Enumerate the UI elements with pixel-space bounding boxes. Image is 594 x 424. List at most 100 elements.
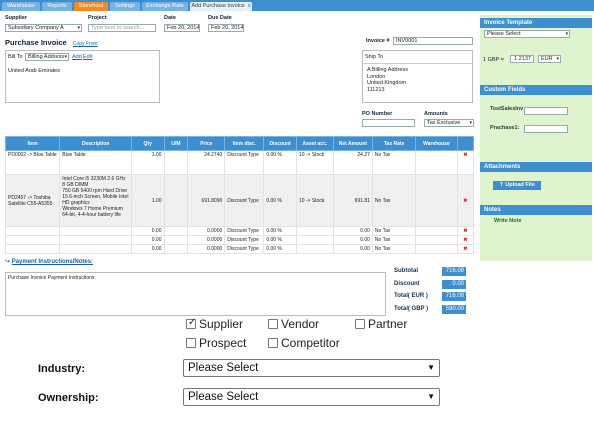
page-title: Purchase Invoice Copy From xyxy=(5,38,98,47)
custom-field-2-input[interactable] xyxy=(524,125,568,133)
column-header: Asset acc. xyxy=(295,136,334,151)
chevron-down-icon: ▼ xyxy=(427,392,435,401)
cell-warehouse xyxy=(415,150,458,175)
amounts-value: Tax Exclusive xyxy=(427,120,461,126)
template-select[interactable]: Please Select ▾ xyxy=(484,30,570,38)
ownership-value: Please Select xyxy=(188,391,259,403)
project-search-input[interactable]: Type here to search... xyxy=(88,24,156,32)
delete-row-icon[interactable]: ✖ xyxy=(456,174,475,227)
cell-item-disc: Discount Type xyxy=(224,150,265,175)
tab-add-purchase-invoice-label: Add Purchase Invoice xyxy=(191,3,245,9)
upload-file-label: Upload File xyxy=(505,182,535,188)
column-header: Item xyxy=(4,136,61,151)
cell-item xyxy=(4,235,61,245)
add-address-link[interactable]: Add xyxy=(72,54,82,60)
chevron-down-icon: ▾ xyxy=(64,54,67,60)
table-row[interactable]: PD2457 -> Toshiba Satellite C55-A5355 Int… xyxy=(4,174,475,227)
checkbox-vendor[interactable] xyxy=(268,319,278,329)
date-input[interactable]: Feb 20, 2014 xyxy=(164,24,200,32)
cell-um xyxy=(163,150,189,175)
ownership-select[interactable]: Please Select ▼ xyxy=(183,388,440,406)
payment-instructions-toggle[interactable]: ↪ Payment Instructions/Notes: xyxy=(5,258,93,265)
table-row[interactable]: PD0002 -> Blue Table Blue Table 1.00 24.274… xyxy=(4,150,475,175)
cell-um xyxy=(163,235,189,245)
cell-asset xyxy=(295,244,334,254)
cell-item: PD2457 -> Toshiba Satellite C55-A5355 xyxy=(4,174,61,227)
cell-warehouse xyxy=(415,174,458,227)
cell-price: 0.0000 xyxy=(187,244,226,254)
cell-discount: 0.00 % xyxy=(263,226,297,236)
delete-row-icon[interactable]: ✖ xyxy=(456,235,475,245)
bill-to-select[interactable]: Billing Address ▾ xyxy=(25,53,69,61)
supplier-value: Subsidiary Company A xyxy=(8,25,64,31)
rate-currency-select[interactable]: EUR ▾ xyxy=(538,55,561,63)
column-header xyxy=(456,136,475,151)
payment-instructions-link[interactable]: Payment Instructions/Notes: xyxy=(12,259,93,265)
cell-price: 0.0000 xyxy=(187,226,226,236)
supplier-select[interactable]: Subsidiary Company A ▾ xyxy=(5,24,82,32)
custom-field-1-label: TestSalesInv xyxy=(490,106,524,112)
tab-warehouse[interactable]: Warehouse xyxy=(2,2,40,11)
invoice-number-label: Invoice # xyxy=(366,38,390,44)
ship-to-address: A Billing Address London United Kingdom … xyxy=(367,67,408,93)
cell-tax: No Tax xyxy=(371,244,417,254)
template-select-value: Please Select xyxy=(487,31,521,37)
checkbox-label: Competitor xyxy=(281,336,340,350)
table-header-row: Item Description Qty U/M Price Item disc. Disc… xyxy=(4,136,475,151)
rate-input[interactable]: 1.2137 xyxy=(510,55,534,63)
rate-label: 1 GBP = xyxy=(483,57,504,63)
cell-item-disc: Discount Type xyxy=(224,244,265,254)
ship-to-line: United Kingdom xyxy=(367,80,407,86)
cell-net: 0.00 xyxy=(332,226,373,236)
custom-field-1-input[interactable] xyxy=(524,107,568,115)
amounts-select[interactable]: Tax Exclusive ▾ xyxy=(424,119,474,127)
close-icon[interactable]: x xyxy=(248,3,251,9)
tab-add-purchase-invoice[interactable]: Add Purchase Invoice x xyxy=(190,2,252,11)
cell-description xyxy=(59,244,132,254)
invoice-template-header: Invoice Template xyxy=(480,18,592,28)
due-date-value: Feb 20, 2014 xyxy=(211,25,244,31)
table-row[interactable]: 0.00 0.0000 Discount Type 0.00 % 0.00 No Tax ✖ xyxy=(4,235,475,245)
table-row[interactable]: 0.00 0.0000 Discount Type 0.00 % 0.00 No Tax ✖ xyxy=(4,226,475,236)
po-number-input[interactable] xyxy=(362,119,415,127)
copy-from-link[interactable]: Copy From xyxy=(73,41,98,47)
total-value: 716.08 xyxy=(442,292,466,301)
payment-instructions-textarea[interactable]: Purchase Invoice Payment Instructions: xyxy=(5,272,386,316)
cell-asset xyxy=(295,235,334,245)
checkbox-partner[interactable] xyxy=(355,319,365,329)
write-note-link[interactable]: Write Note xyxy=(494,218,521,224)
chevron-down-icon: ▾ xyxy=(556,56,559,62)
checkbox-competitor[interactable] xyxy=(268,338,278,348)
tab-storefront[interactable]: Storefront xyxy=(74,2,108,11)
date-label: Date xyxy=(164,15,176,21)
upload-file-button[interactable]: ⇡ Upload File xyxy=(493,181,541,190)
tab-reports[interactable]: Reports xyxy=(42,2,72,11)
ship-to-line: A Billing Address xyxy=(367,67,408,73)
cell-discount: 0.00 % xyxy=(263,174,297,227)
delete-row-icon[interactable]: ✖ xyxy=(456,150,475,175)
tab-exchange-rate[interactable]: Exchange Rate xyxy=(142,2,188,11)
invoice-number-input[interactable]: INV0001 xyxy=(393,37,473,45)
tab-bar: Warehouse Reports Storefront Settings Ex… xyxy=(0,0,594,11)
attachments-header: Attachments xyxy=(480,162,592,172)
total-label: Total( GBP ) xyxy=(394,306,429,312)
checkbox-label: Supplier xyxy=(199,317,244,331)
checkbox-prospect[interactable] xyxy=(186,338,196,348)
cell-asset: 10 -> Stock xyxy=(295,150,334,175)
cell-asset xyxy=(295,226,334,236)
cell-net: 691.81 xyxy=(332,174,373,227)
checkbox-label: Prospect xyxy=(199,336,247,350)
industry-select[interactable]: Please Select ▼ xyxy=(183,359,440,377)
bill-to-select-value: Billing Address xyxy=(28,54,65,60)
due-date-input[interactable]: Feb 20, 2014 xyxy=(208,24,244,32)
delete-row-icon[interactable]: ✖ xyxy=(456,244,475,254)
industry-value: Please Select xyxy=(188,362,259,374)
total-value: 716.08 xyxy=(442,267,466,276)
tab-settings[interactable]: Settings xyxy=(110,2,140,11)
delete-row-icon[interactable]: ✖ xyxy=(456,226,475,236)
chevron-down-icon: ▾ xyxy=(469,120,472,126)
rate-currency-value: EUR xyxy=(541,56,553,62)
table-row[interactable]: 0.00 0.0000 Discount Type 0.00 % 0.00 No Tax ✖ xyxy=(4,244,475,254)
checkbox-supplier[interactable]: ✓ xyxy=(186,317,196,329)
edit-address-link[interactable]: Edit xyxy=(83,54,92,60)
